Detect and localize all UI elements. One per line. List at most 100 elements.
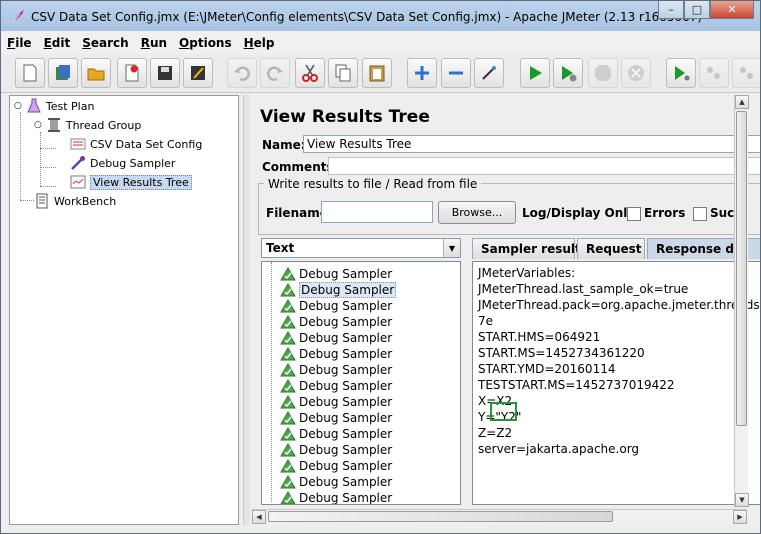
- split-pane-divider[interactable]: [243, 95, 250, 525]
- menu-run[interactable]: Run: [135, 36, 173, 50]
- templates-button[interactable]: [48, 58, 78, 88]
- browse-button[interactable]: Browse...: [438, 201, 516, 224]
- comments-field[interactable]: [328, 157, 760, 175]
- list-item[interactable]: Debug Sampler: [280, 330, 392, 346]
- tab-sampler-result[interactable]: Sampler result: [472, 238, 581, 259]
- errors-label: Errors: [644, 206, 686, 220]
- tree-item-thread-group[interactable]: ○ Thread Group: [34, 116, 141, 134]
- remote-exit-icon: [740, 67, 753, 79]
- shutdown-button[interactable]: [621, 58, 651, 88]
- scroll-left-icon[interactable]: ◀: [252, 510, 266, 524]
- file-legend: Write results to file / Read from file: [264, 177, 482, 191]
- test-plan-tree: ○ Test Plan ○ Thread Group CSV Data Set …: [9, 95, 239, 525]
- list-item[interactable]: Debug Sampler: [280, 410, 392, 426]
- list-item[interactable]: Debug Sampler: [280, 442, 392, 458]
- redo-icon: [267, 66, 283, 81]
- renderer-selected: Text: [266, 241, 295, 255]
- response-line: START.MS=1452734361220: [478, 346, 645, 360]
- list-item[interactable]: Debug Sampler: [280, 426, 392, 442]
- window-title: CSV Data Set Config.jmx (E:\JMeter\Confi…: [31, 10, 703, 24]
- list-item[interactable]: Debug Sampler: [280, 394, 392, 410]
- close-file-button[interactable]: [117, 58, 147, 88]
- undo-button[interactable]: [227, 58, 257, 88]
- tree-item-workbench[interactable]: WorkBench: [34, 192, 116, 210]
- success-shield-icon: [280, 315, 296, 329]
- save-screenshot-button[interactable]: [183, 58, 213, 88]
- remote-stop-button[interactable]: [699, 58, 729, 88]
- start-button[interactable]: [520, 58, 550, 88]
- success-shield-icon: [280, 459, 296, 473]
- tree-item-csv-data-set-config[interactable]: CSV Data Set Config: [70, 135, 202, 153]
- list-item[interactable]: Debug Sampler: [280, 362, 392, 378]
- remote-stop-icon: [707, 67, 720, 79]
- menu-help[interactable]: Help: [238, 36, 281, 50]
- renderer-dropdown[interactable]: Text ▼: [261, 238, 461, 258]
- list-item[interactable]: Debug Sampler: [280, 298, 392, 314]
- copy-button[interactable]: [328, 58, 358, 88]
- save-as-icon: [191, 66, 205, 80]
- tree-item-view-results-tree[interactable]: View Results Tree: [70, 173, 192, 191]
- scroll-down-icon[interactable]: ▼: [735, 493, 749, 507]
- tab-request[interactable]: Request: [577, 238, 645, 259]
- list-item[interactable]: Debug Sampler: [280, 490, 392, 504]
- save-button[interactable]: [150, 58, 180, 88]
- paste-button[interactable]: [362, 58, 392, 88]
- collapse-all-button[interactable]: [441, 58, 471, 88]
- stop-button[interactable]: [588, 58, 618, 88]
- menu-search[interactable]: Search: [76, 36, 134, 50]
- response-line: 7e: [478, 314, 494, 328]
- errors-checkbox[interactable]: [627, 207, 641, 221]
- success-shield-icon: [280, 347, 296, 361]
- redo-button[interactable]: [260, 58, 290, 88]
- start-no-pauses-button[interactable]: [553, 58, 583, 88]
- scissors-icon: [302, 64, 318, 82]
- play-no-timers-icon: [562, 66, 577, 82]
- horizontal-scroll-thumb[interactable]: [268, 511, 613, 522]
- menu-options[interactable]: Options: [173, 36, 238, 50]
- success-shield-icon: [280, 491, 296, 504]
- workbench-icon: [36, 193, 48, 209]
- tree-item-test-plan[interactable]: ○ Test Plan: [14, 97, 94, 115]
- success-shield-icon: [280, 427, 296, 441]
- toggle-wand-icon: [482, 66, 496, 80]
- vertical-scrollbar[interactable]: ▲ ▼: [734, 95, 749, 509]
- menu-edit[interactable]: Edit: [38, 36, 77, 50]
- new-file-icon: [23, 64, 37, 82]
- scroll-right-icon[interactable]: ▶: [733, 510, 747, 524]
- list-item[interactable]: Debug Sampler: [280, 314, 392, 330]
- templates-icon: [56, 65, 70, 80]
- list-item[interactable]: Debug Sampler: [280, 458, 392, 474]
- title-bar: CSV Data Set Config.jmx (E:\JMeter\Confi…: [1, 1, 760, 31]
- new-button[interactable]: [15, 58, 45, 88]
- jmeter-window: CSV Data Set Config.jmx (E:\JMeter\Confi…: [0, 0, 761, 534]
- cut-button[interactable]: [295, 58, 325, 88]
- list-item[interactable]: Debug Sampler: [280, 378, 392, 394]
- list-item[interactable]: Debug Sampler: [280, 282, 397, 298]
- remote-exit-button[interactable]: [732, 58, 760, 88]
- csv-config-icon: [70, 138, 86, 150]
- toggle-button[interactable]: [474, 58, 504, 88]
- successes-checkbox[interactable]: [693, 207, 707, 221]
- scroll-up-icon[interactable]: ▲: [735, 95, 749, 109]
- horizontal-scrollbar[interactable]: ◀ ▶: [252, 509, 747, 524]
- close-button[interactable]: ✕: [710, 1, 754, 19]
- success-shield-icon: [280, 299, 296, 313]
- list-item[interactable]: Debug Sampler: [280, 266, 392, 282]
- filename-input[interactable]: [321, 201, 433, 223]
- success-shield-icon: [280, 475, 296, 489]
- remote-start-button[interactable]: [666, 58, 696, 88]
- minimize-button[interactable]: –: [658, 1, 684, 19]
- chevron-down-icon[interactable]: ▼: [443, 239, 460, 257]
- menu-file[interactable]: File: [1, 36, 38, 50]
- tree-item-debug-sampler[interactable]: Debug Sampler: [70, 154, 175, 172]
- response-line: Z=Z2: [478, 426, 513, 440]
- maximize-button[interactable]: □: [684, 1, 710, 19]
- name-field[interactable]: View Results Tree: [303, 135, 760, 153]
- vertical-scroll-thumb[interactable]: [736, 111, 747, 426]
- response-data-text[interactable]: JMeterVariables: JMeterThread.last_sample…: [472, 261, 760, 505]
- expand-all-button[interactable]: [407, 58, 437, 88]
- success-shield-icon: [280, 379, 296, 393]
- list-item[interactable]: Debug Sampler: [280, 474, 392, 490]
- list-item[interactable]: Debug Sampler: [280, 346, 392, 362]
- open-button[interactable]: [81, 58, 111, 88]
